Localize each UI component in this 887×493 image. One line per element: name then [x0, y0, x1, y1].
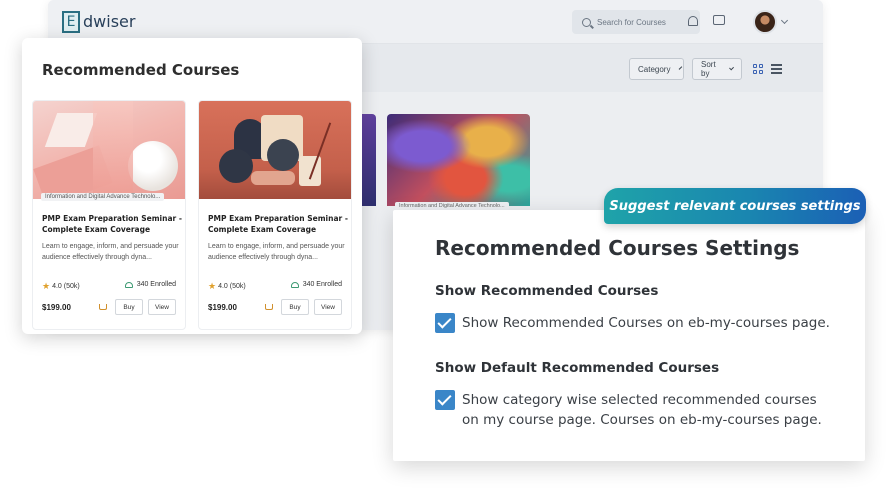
chevron-down-icon [679, 65, 683, 70]
category-dropdown[interactable]: Category [629, 58, 684, 80]
sort-dropdown-label: Sort by [701, 60, 716, 78]
chevron-down-icon [728, 64, 734, 71]
show-default-label-line2[interactable]: on my course page. Courses on eb-my-cour… [462, 410, 822, 430]
enrolled-count: 340 Enrolled [302, 281, 342, 288]
search-icon [582, 17, 591, 27]
category-dropdown-label: Category [638, 64, 671, 74]
suggest-settings-badge: Suggest relevant courses settings [604, 188, 866, 224]
course-name[interactable]: PMP Exam Preparation Seminar - Complete … [208, 213, 348, 235]
course-price: $199.00 [42, 303, 71, 312]
settings-title: Recommended Courses Settings [435, 236, 800, 260]
buy-button[interactable]: Buy [115, 299, 143, 315]
view-button[interactable]: View [148, 299, 176, 315]
logo-text: dwiser [83, 12, 136, 31]
search-placeholder: Search for Courses [597, 17, 666, 27]
bell-icon[interactable] [688, 16, 698, 26]
recommended-courses-title: Recommended Courses [42, 61, 240, 79]
course-name[interactable]: PMP Exam Preparation Seminar - Complete … [42, 213, 182, 235]
course-price: $199.00 [208, 303, 237, 312]
rating-value: 4.0 (50k) [52, 283, 80, 290]
sort-dropdown[interactable]: Sort by [692, 58, 742, 80]
show-recommended-checkbox[interactable] [435, 313, 455, 333]
users-icon [124, 281, 133, 288]
avatar[interactable] [753, 10, 777, 34]
course-rating: ★ 4.0 (50k) [42, 281, 80, 292]
list-view-icon[interactable] [771, 64, 782, 74]
star-icon: ★ [208, 281, 217, 291]
recommended-courses-card: Recommended Courses Information and Digi… [22, 38, 362, 334]
course-description: Learn to engage, inform, and persuade yo… [208, 243, 345, 261]
course-enrolled: 340 Enrolled [124, 281, 176, 288]
cart-icon[interactable] [99, 304, 107, 310]
show-default-label-line1[interactable]: Show category wise selected recommended … [462, 390, 817, 410]
course-thumbnail [199, 101, 351, 199]
course-category-tag: Information and Digital Advance Technolo… [395, 202, 509, 210]
stage: E dwiser Search for Courses Category Sor… [0, 0, 887, 493]
recommended-courses-settings-panel: Recommended Courses Settings Show Recomm… [393, 210, 865, 461]
logo-letter: E [62, 10, 80, 33]
grid-view-icon[interactable] [753, 64, 763, 74]
users-icon [290, 281, 299, 288]
course-enrolled: 340 Enrolled [290, 281, 342, 288]
show-recommended-heading: Show Recommended Courses [435, 283, 659, 299]
buy-button[interactable]: Buy [281, 299, 309, 315]
background-course-card[interactable]: Information and Digital Advance Technolo… [387, 114, 530, 210]
course-description: Learn to engage, inform, and persuade yo… [42, 243, 179, 261]
star-icon: ★ [42, 281, 51, 291]
view-button[interactable]: View [314, 299, 342, 315]
show-default-checkbox[interactable] [435, 390, 455, 410]
show-default-heading: Show Default Recommended Courses [435, 360, 720, 376]
edwiser-logo[interactable]: E dwiser [62, 10, 136, 33]
search-input[interactable]: Search for Courses [572, 10, 700, 34]
cart-icon[interactable] [265, 304, 273, 310]
course-card[interactable]: Information and Digital Advance Technolo… [32, 100, 186, 330]
show-recommended-label[interactable]: Show Recommended Courses on eb-my-course… [462, 313, 830, 333]
course-thumbnail [387, 114, 530, 206]
enrolled-count: 340 Enrolled [136, 281, 176, 288]
course-rating: ★ 4.0 (50k) [208, 281, 246, 292]
rating-value: 4.0 (50k) [218, 283, 246, 290]
course-thumbnail [33, 101, 185, 199]
course-card[interactable]: PMP Exam Preparation Seminar - Complete … [198, 100, 352, 330]
chat-icon[interactable] [713, 15, 725, 25]
course-category-tag: Information and Digital Advance Technolo… [41, 193, 165, 201]
